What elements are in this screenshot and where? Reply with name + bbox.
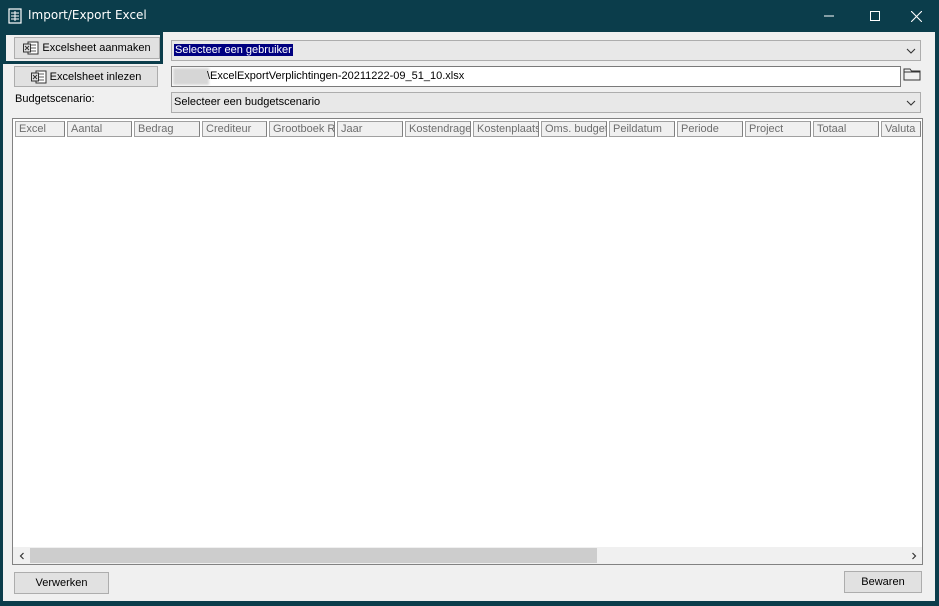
- close-button[interactable]: [893, 0, 939, 32]
- budget-select-value: Selecteer een budgetscenario: [174, 96, 321, 108]
- scroll-thumb[interactable]: [30, 548, 597, 563]
- column-header[interactable]: Aantal: [67, 121, 132, 137]
- process-button[interactable]: Verwerken: [14, 572, 109, 594]
- chevron-left-icon: [19, 552, 24, 559]
- scroll-right-button[interactable]: [905, 547, 922, 564]
- excel-icon: [30, 70, 47, 83]
- chevron-down-icon: [906, 100, 916, 106]
- close-icon: [910, 10, 922, 22]
- save-label: Bewaren: [861, 576, 905, 588]
- column-header[interactable]: Grootboek Re: [269, 121, 335, 137]
- create-excel-label: Excelsheet aanmaken: [42, 42, 151, 54]
- save-button[interactable]: Bewaren: [844, 571, 922, 593]
- column-header[interactable]: Kostendrage: [405, 121, 471, 137]
- column-header[interactable]: Valuta: [881, 121, 921, 137]
- column-header[interactable]: Oms. budget: [541, 121, 607, 137]
- column-header[interactable]: Project: [745, 121, 811, 137]
- minimize-icon: [824, 15, 834, 17]
- redacted-path-prefix: [173, 68, 209, 85]
- process-label: Verwerken: [35, 577, 88, 589]
- data-grid[interactable]: Excel Aantal Bedrag Crediteur Grootboek Re Ja…: [12, 118, 923, 565]
- column-header[interactable]: Peildatum: [609, 121, 675, 137]
- spreadsheet-icon: [8, 8, 22, 24]
- import-excel-label: Excelsheet inlezen: [49, 70, 142, 83]
- column-header[interactable]: Totaal: [813, 121, 879, 137]
- column-header[interactable]: Periode: [677, 121, 743, 137]
- title-bar: Import/Export Excel: [0, 0, 939, 32]
- scroll-left-button[interactable]: [13, 547, 30, 564]
- maximize-icon: [870, 11, 880, 21]
- file-path-input[interactable]: \ExcelExportVerplichtingen-20211222-09_5…: [171, 66, 901, 87]
- budget-select[interactable]: Selecteer een budgetscenario: [171, 92, 921, 113]
- column-header[interactable]: Kostenplaats: [473, 121, 539, 137]
- column-header[interactable]: Excel: [15, 121, 65, 137]
- create-excel-button[interactable]: Excelsheet aanmaken: [14, 37, 160, 59]
- browse-folder-button[interactable]: [903, 66, 923, 86]
- column-header[interactable]: Bedrag: [134, 121, 200, 137]
- user-select[interactable]: Selecteer een gebruiker: [171, 40, 921, 61]
- chevron-down-icon: [906, 48, 916, 54]
- column-header[interactable]: Jaar: [337, 121, 403, 137]
- folder-icon: [903, 68, 921, 81]
- window-title: Import/Export Excel: [28, 8, 147, 22]
- dialog-body: Excelsheet aanmaken Excelsheet inlezen S…: [3, 32, 935, 601]
- grid-header: Excel Aantal Bedrag Crediteur Grootboek Re Ja…: [15, 121, 922, 137]
- column-header[interactable]: Crediteur: [202, 121, 267, 137]
- maximize-button[interactable]: [852, 0, 898, 32]
- file-path-value: \ExcelExportVerplichtingen-20211222-09_5…: [207, 70, 465, 82]
- horizontal-scrollbar[interactable]: [13, 547, 922, 564]
- budget-label: Budgetscenario:: [15, 93, 95, 105]
- user-select-value: Selecteer een gebruiker: [174, 44, 293, 56]
- import-excel-button[interactable]: Excelsheet inlezen: [14, 66, 158, 87]
- chevron-right-icon: [911, 552, 916, 559]
- excel-icon: [23, 41, 39, 55]
- minimize-button[interactable]: [806, 0, 852, 32]
